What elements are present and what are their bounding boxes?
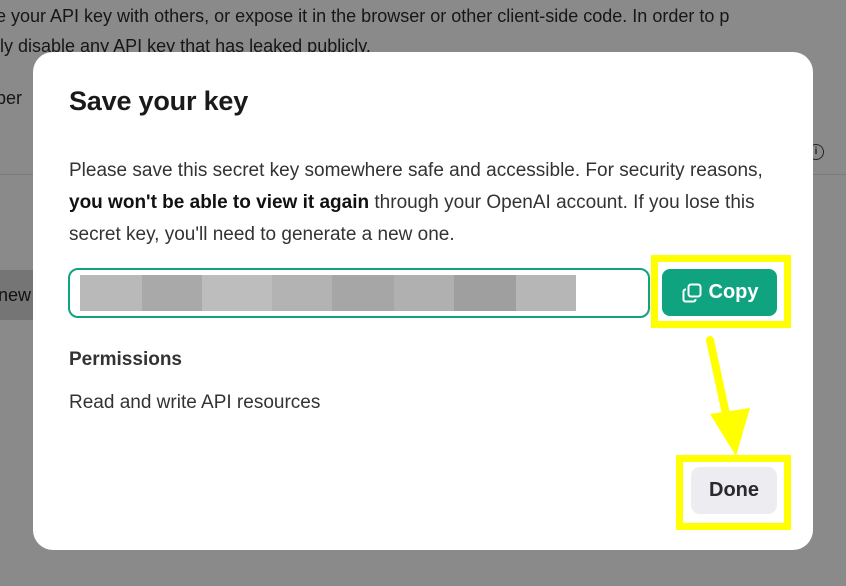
redacted-key-segment <box>332 275 394 311</box>
description-part-1: Please save this secret key somewhere sa… <box>69 160 763 181</box>
redacted-key-value <box>80 275 630 311</box>
redacted-key-segment <box>202 275 272 311</box>
permissions-heading: Permissions <box>69 349 182 370</box>
redacted-key-segment <box>272 275 332 311</box>
redacted-key-segment <box>516 275 576 311</box>
redacted-key-segment <box>142 275 202 311</box>
secret-key-field[interactable] <box>68 268 650 318</box>
description-emphasis: you won't be able to view it again <box>69 192 370 213</box>
done-button-highlight <box>676 455 791 530</box>
page: e your API key with others, or expose it… <box>0 0 846 586</box>
dialog-title: Save your key <box>69 86 249 116</box>
annotation-arrow-icon <box>706 336 750 456</box>
redacted-key-segment <box>80 275 142 311</box>
copy-button-highlight <box>651 255 791 328</box>
redacted-key-segment <box>454 275 516 311</box>
permissions-value: Read and write API resources <box>69 392 321 413</box>
dialog-description: Please save this secret key somewhere sa… <box>69 155 781 251</box>
redacted-key-segment <box>394 275 454 311</box>
